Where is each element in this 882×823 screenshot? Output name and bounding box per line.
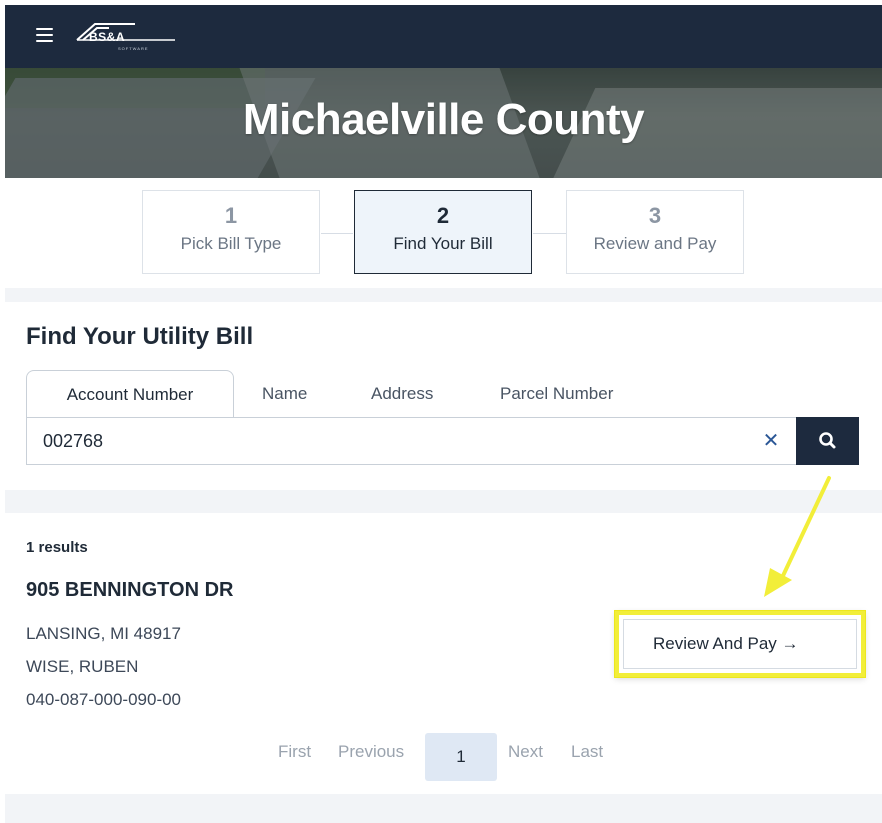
pagination: First Previous 1 Next Last xyxy=(5,728,882,781)
hamburger-menu-icon[interactable] xyxy=(36,28,53,42)
close-icon[interactable]: ✕ xyxy=(759,429,783,453)
step-number: 1 xyxy=(224,203,238,228)
result-parcel: 040-087-000-090-00 xyxy=(26,690,182,709)
pagination-next[interactable]: Next xyxy=(508,742,543,762)
step-number: 3 xyxy=(648,203,662,228)
tab-account-number[interactable]: Account Number xyxy=(26,370,234,418)
logo-text: BS&A xyxy=(89,30,126,44)
pagination-first[interactable]: First xyxy=(278,742,311,762)
top-navbar: BS&A SOFTWARE xyxy=(5,5,882,68)
search-card: Find Your Utility Bill Account Number Na… xyxy=(5,302,882,490)
pagination-previous[interactable]: Previous xyxy=(338,742,404,762)
search-icon xyxy=(819,432,836,449)
step-progress: 1 Pick Bill Type 2 Find Your Bill 3 Revi… xyxy=(5,178,882,288)
step-label: Pick Bill Type xyxy=(180,234,282,253)
search-heading: Find Your Utility Bill xyxy=(26,323,254,350)
search-button[interactable] xyxy=(796,417,859,465)
step-review-and-pay[interactable]: 3 Review and Pay xyxy=(566,190,744,274)
review-and-pay-button[interactable]: Review And Pay → xyxy=(615,611,865,677)
search-input[interactable] xyxy=(26,417,798,465)
step-number: 2 xyxy=(436,203,450,228)
logo-subtext: SOFTWARE xyxy=(118,46,149,51)
pagination-last[interactable]: Last xyxy=(571,742,603,762)
step-find-your-bill[interactable]: 2 Find Your Bill xyxy=(354,190,532,274)
review-and-pay-label: Review And Pay → xyxy=(653,634,799,653)
tab-parcel-number[interactable]: Parcel Number xyxy=(500,370,613,418)
results-count: 1 results xyxy=(26,539,88,556)
hero-banner: Michaelville County xyxy=(5,68,882,178)
step-pick-bill-type[interactable]: 1 Pick Bill Type xyxy=(142,190,320,274)
page-title: Michaelville County xyxy=(242,95,645,144)
page: BS&A SOFTWARE Michaelville County 1 Pick… xyxy=(5,5,882,823)
result-address: 905 BENNINGTON DR xyxy=(26,579,234,601)
search-row: ✕ xyxy=(26,417,859,465)
tab-address[interactable]: Address xyxy=(371,370,433,418)
pagination-current-page[interactable]: 1 xyxy=(425,733,497,781)
bsa-logo[interactable]: BS&A SOFTWARE xyxy=(75,18,185,56)
results-card: 1 results 905 BENNINGTON DR LANSING, MI … xyxy=(5,513,882,794)
tab-name[interactable]: Name xyxy=(262,370,307,418)
search-tabs: Account Number Name Address Parcel Numbe… xyxy=(26,370,866,418)
step-label: Find Your Bill xyxy=(393,234,493,253)
step-label: Review and Pay xyxy=(593,234,717,253)
result-city: LANSING, MI 48917 xyxy=(26,624,181,643)
result-owner: WISE, RUBEN xyxy=(26,657,139,676)
